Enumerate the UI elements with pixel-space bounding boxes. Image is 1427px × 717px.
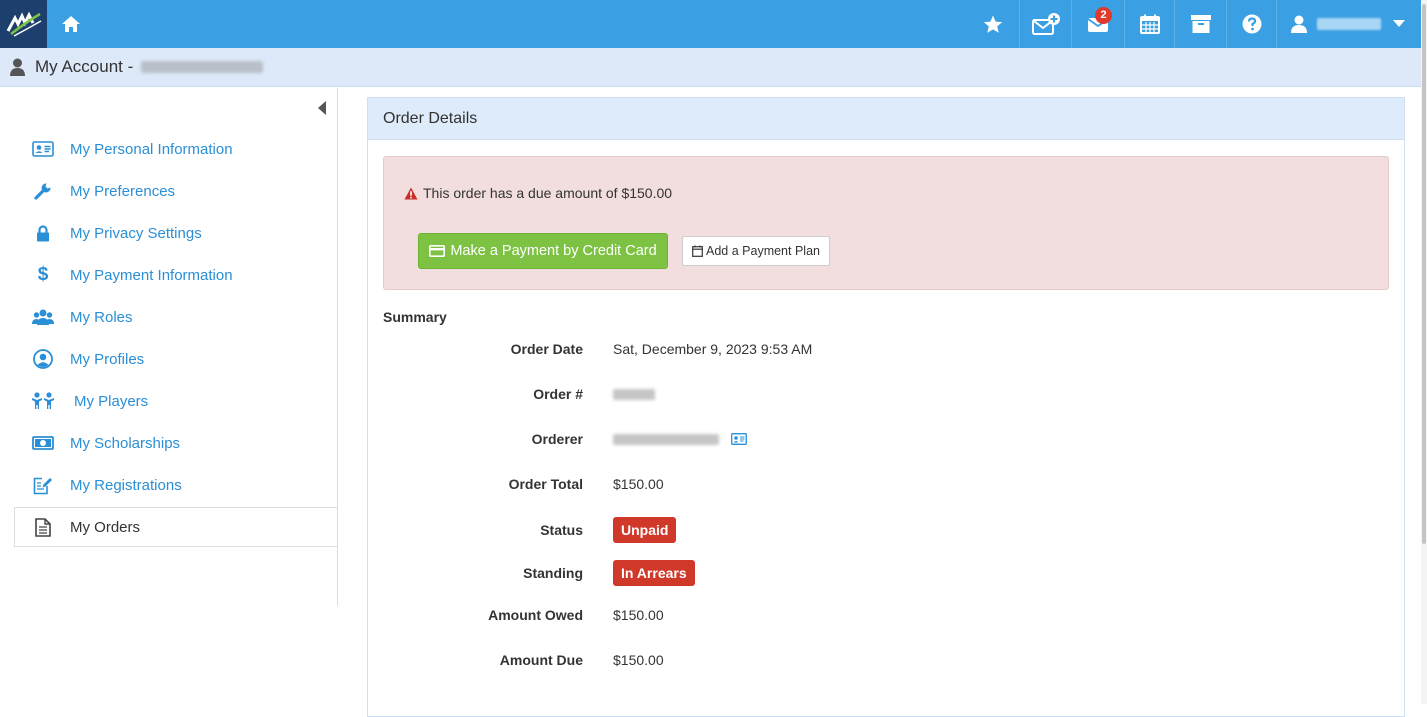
order-number-redacted	[613, 388, 655, 400]
help-icon[interactable]	[1226, 0, 1276, 48]
sidebar-item-profiles[interactable]: My Profiles	[30, 345, 144, 373]
sidebar-item-label: My Preferences	[70, 182, 176, 200]
sidebar-item-label: My Players	[74, 392, 149, 410]
dollar-icon: $	[37, 264, 49, 285]
panel-title: Order Details	[368, 98, 1404, 140]
calendar-icon[interactable]	[1124, 0, 1174, 48]
sidebar-item-label: My Privacy Settings	[70, 224, 202, 242]
orderer-row: Orderer	[368, 427, 1368, 451]
sidebar-item-orders[interactable]: My Orders	[14, 507, 337, 547]
id-card-icon	[30, 141, 56, 157]
standing-value: In Arrears	[613, 560, 695, 586]
sidebar-item-payment-information[interactable]: $ My Payment Information	[30, 261, 233, 289]
account-name-redacted	[141, 61, 264, 73]
standing-row: Standing In Arrears	[368, 559, 1368, 587]
status-value: Unpaid	[613, 517, 677, 543]
account-title: My Account -	[35, 57, 134, 76]
order-date-value: Sat, December 9, 2023 9:53 AM	[613, 341, 813, 357]
orderer-name-redacted	[613, 433, 719, 445]
alert-message: This order has a due amount of $150.00	[404, 185, 672, 201]
pay-by-credit-card-button[interactable]: Make a Payment by Credit Card	[418, 233, 668, 269]
star-icon[interactable]	[967, 0, 1019, 48]
user-name-redacted	[1317, 18, 1381, 30]
account-bar: My Account -	[0, 48, 1421, 87]
sidebar-item-label: My Orders	[70, 518, 141, 536]
credit-card-icon	[429, 245, 446, 257]
collapse-sidebar-icon[interactable]	[318, 101, 326, 120]
status-row: Status Unpaid	[368, 516, 1368, 544]
plan-button-label: Add a Payment Plan	[706, 244, 820, 258]
sidebar-item-label: My Personal Information	[70, 140, 233, 158]
pay-button-label: Make a Payment by Credit Card	[450, 243, 657, 259]
sidebar-item-label: My Registrations	[70, 476, 182, 494]
document-icon	[32, 517, 54, 537]
standing-badge: In Arrears	[613, 560, 695, 586]
amount-owed-label: Amount Owed	[488, 607, 583, 623]
edit-document-icon	[30, 475, 56, 495]
sidebar-item-label: My Profiles	[70, 350, 145, 368]
user-icon	[1291, 15, 1307, 33]
standing-label: Standing	[523, 565, 583, 581]
summary-heading: Summary	[383, 309, 447, 325]
alert-text: This order has a due amount of $150.00	[423, 185, 673, 201]
compose-mail-icon[interactable]	[1019, 0, 1071, 48]
amount-due-value: $150.00	[613, 652, 664, 668]
notification-badge: 2	[1095, 7, 1112, 24]
sidebar-item-label: My Scholarships	[70, 434, 181, 452]
user-menu[interactable]	[1276, 0, 1421, 48]
sidebar-item-privacy-settings[interactable]: My Privacy Settings	[30, 219, 202, 247]
contact-card-icon[interactable]	[731, 433, 747, 445]
user-icon	[10, 58, 25, 76]
status-badge: Unpaid	[613, 517, 677, 543]
archive-icon[interactable]	[1174, 0, 1226, 48]
amount-owed-value: $150.00	[613, 607, 664, 623]
children-icon	[30, 392, 56, 410]
sidebar-item-registrations[interactable]: My Registrations	[30, 471, 182, 499]
status-label: Status	[540, 522, 583, 538]
calendar-icon	[692, 245, 703, 257]
user-circle-icon	[30, 349, 56, 369]
add-payment-plan-button[interactable]: Add a Payment Plan	[682, 236, 830, 266]
inbox-icon[interactable]: 2	[1071, 0, 1124, 48]
order-date-label: Order Date	[510, 341, 583, 357]
sidebar: My Personal Information My Preferences M…	[0, 88, 338, 606]
sidebar-item-preferences[interactable]: My Preferences	[30, 177, 175, 205]
order-number-value	[613, 388, 655, 400]
order-total-value: $150.00	[613, 476, 664, 492]
sidebar-item-label: My Payment Information	[70, 266, 233, 284]
orderer-value	[613, 433, 747, 445]
order-date-row: Order Date Sat, December 9, 2023 9:53 AM	[368, 337, 1368, 361]
sidebar-item-personal-information[interactable]: My Personal Information	[30, 135, 233, 163]
order-number-label: Order #	[533, 386, 583, 402]
sidebar-item-scholarships[interactable]: My Scholarships	[30, 429, 180, 457]
orderer-label: Orderer	[531, 431, 583, 447]
sidebar-item-roles[interactable]: My Roles	[30, 303, 133, 331]
due-amount-alert: This order has a due amount of $150.00 M…	[383, 156, 1389, 290]
amount-due-row: Amount Due $150.00	[368, 648, 1368, 672]
warning-icon	[404, 187, 418, 200]
logo-icon[interactable]	[0, 0, 47, 48]
amount-owed-row: Amount Owed $150.00	[368, 603, 1368, 627]
order-details-panel: Order Details This order has a due amoun…	[367, 97, 1405, 717]
money-bill-icon	[30, 436, 56, 450]
order-total-label: Order Total	[508, 476, 583, 492]
top-navbar: 2	[0, 0, 1421, 48]
amount-due-label: Amount Due	[499, 652, 583, 668]
sidebar-item-label: My Roles	[70, 308, 133, 326]
home-icon[interactable]	[47, 0, 95, 48]
order-number-row: Order #	[368, 382, 1368, 406]
users-icon	[30, 309, 56, 326]
lock-icon	[30, 224, 56, 242]
sidebar-item-players[interactable]: My Players	[30, 387, 148, 415]
wrench-icon	[30, 182, 56, 200]
scrollbar-thumb[interactable]	[1422, 4, 1426, 544]
order-total-row: Order Total $150.00	[368, 472, 1368, 496]
caret-down-icon	[1393, 20, 1405, 28]
